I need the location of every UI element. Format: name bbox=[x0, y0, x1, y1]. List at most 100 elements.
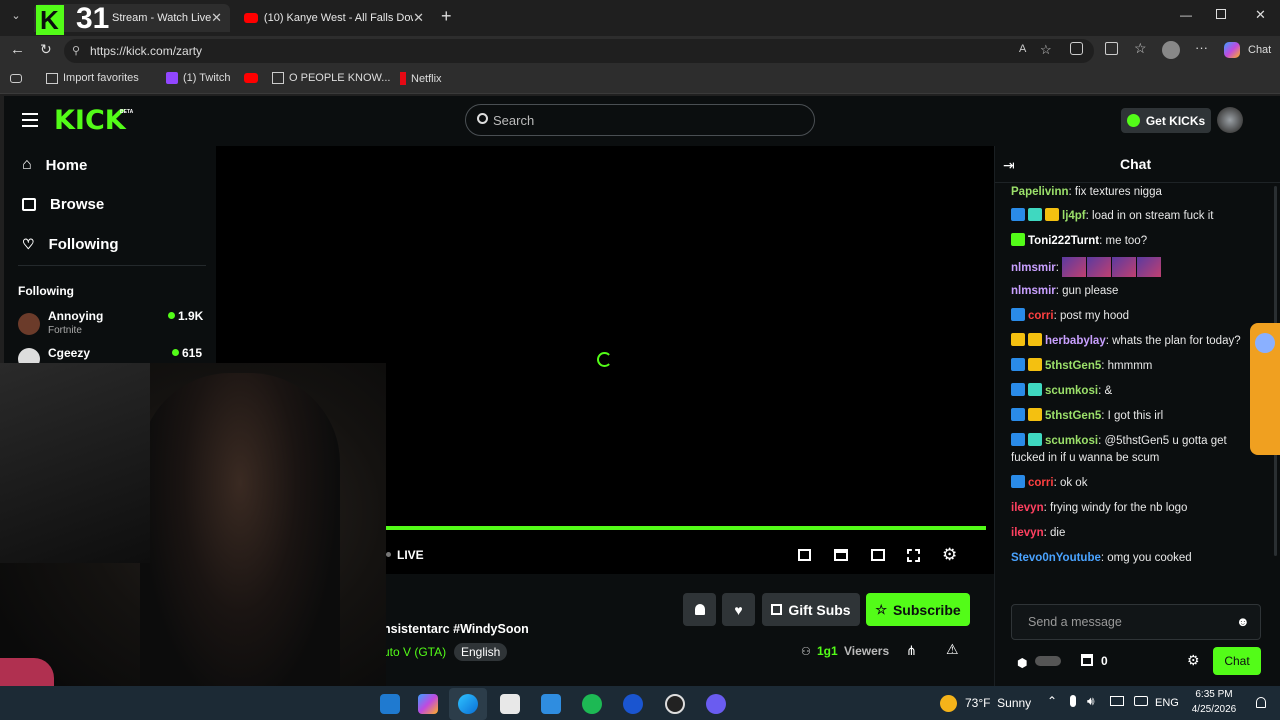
tray-chevron-icon[interactable]: ⌃ bbox=[1047, 694, 1057, 708]
back-icon[interactable]: ← bbox=[10, 41, 25, 58]
close-tab-icon[interactable]: ✕ bbox=[413, 10, 424, 26]
chat-username[interactable]: lj4pf bbox=[1062, 210, 1086, 222]
clock-date[interactable]: 4/25/2026 bbox=[1186, 704, 1242, 715]
copilot-taskbar-icon[interactable] bbox=[418, 694, 438, 714]
chat-username[interactable]: 5thstGen5 bbox=[1045, 360, 1101, 372]
address-bar[interactable]: ⚲ https://kick.com/zarty A ☆ bbox=[64, 39, 1094, 63]
volume-icon[interactable]: 🔊︎ bbox=[1087, 694, 1095, 709]
viewers-count: 1g1 bbox=[817, 644, 838, 658]
favorite-people-know[interactable]: O PEOPLE KNOW... bbox=[272, 72, 390, 84]
refresh-icon[interactable]: ↻ bbox=[40, 41, 52, 58]
extensions-icon[interactable] bbox=[1070, 42, 1083, 55]
photos-icon[interactable] bbox=[541, 694, 561, 714]
cast-icon[interactable] bbox=[1134, 696, 1148, 706]
send-chat-button[interactable]: Chat bbox=[1213, 647, 1261, 675]
favorites-icon[interactable]: ☆ bbox=[1134, 40, 1147, 57]
points-toggle[interactable] bbox=[1035, 656, 1061, 666]
twitch-icon bbox=[166, 72, 178, 84]
nav-home[interactable]: ⌂ Home bbox=[22, 156, 87, 174]
watchmode-extension-tab[interactable] bbox=[1250, 323, 1280, 455]
copilot-icon[interactable] bbox=[1224, 42, 1240, 58]
favorite-import[interactable]: Import favorites bbox=[46, 72, 139, 84]
chat-username[interactable]: Papelivinn bbox=[1011, 186, 1069, 198]
ea-icon[interactable] bbox=[623, 694, 643, 714]
miniplayer-icon[interactable] bbox=[798, 549, 811, 561]
chat-username[interactable]: ilevyn bbox=[1011, 527, 1044, 539]
progress-track[interactable] bbox=[384, 526, 986, 530]
favorite-twitch-label: (1) Twitch bbox=[183, 72, 231, 84]
chat-username[interactable]: nlmsmir bbox=[1011, 262, 1056, 274]
chat-username[interactable]: herbabylay bbox=[1045, 335, 1106, 347]
collections-icon[interactable] bbox=[10, 74, 22, 83]
search-box[interactable]: Search bbox=[465, 104, 815, 136]
new-tab-button[interactable]: + bbox=[441, 6, 452, 27]
microphone-icon[interactable] bbox=[1070, 695, 1076, 707]
report-warning-icon[interactable]: ⚠ bbox=[946, 641, 959, 658]
spotify-icon[interactable] bbox=[582, 694, 602, 714]
stream-category[interactable]: uto V (GTA) bbox=[383, 645, 446, 659]
browser-chat-label[interactable]: Chat bbox=[1248, 44, 1271, 56]
chat-username[interactable]: Toni222Turnt bbox=[1028, 235, 1099, 247]
get-kicks-button[interactable]: Get KICKs bbox=[1121, 108, 1211, 133]
emote-picker-icon[interactable]: ☻ bbox=[1236, 614, 1250, 629]
clock-time[interactable]: 6:35 PM bbox=[1190, 689, 1238, 700]
split-screen-icon[interactable] bbox=[1105, 42, 1118, 55]
profile-avatar[interactable] bbox=[1162, 41, 1180, 59]
fullscreen-icon[interactable] bbox=[907, 549, 920, 562]
collapse-chat-icon[interactable]: ⇥ bbox=[1003, 157, 1015, 174]
favorite-star-icon[interactable]: ☆ bbox=[1040, 42, 1052, 58]
kick-logo[interactable]: KICK bbox=[54, 106, 126, 136]
favorite-netflix[interactable]: Netflix bbox=[400, 72, 442, 85]
follow-heart-button[interactable]: ♥ bbox=[722, 593, 755, 626]
close-tab-icon[interactable]: ✕ bbox=[211, 10, 222, 26]
chat-username[interactable]: scumkosi bbox=[1045, 435, 1098, 447]
nav-home-label: Home bbox=[45, 156, 88, 174]
game-app-icon[interactable] bbox=[665, 694, 685, 714]
search-input[interactable]: Search bbox=[493, 113, 534, 128]
minimize-button[interactable]: — bbox=[1180, 8, 1192, 22]
read-aloud-icon[interactable]: A bbox=[1019, 43, 1026, 55]
share-icon[interactable]: ⋔ bbox=[906, 643, 917, 659]
subscribe-label: Subscribe bbox=[892, 601, 961, 618]
user-avatar[interactable] bbox=[1217, 107, 1243, 133]
chat-settings-icon[interactable]: ⚙ bbox=[1187, 652, 1200, 669]
favorite-youtube[interactable] bbox=[244, 72, 263, 83]
following-channel-annoying[interactable]: Annoying Fortnite 1.9K bbox=[18, 309, 208, 339]
favorite-twitch[interactable]: (1) Twitch bbox=[166, 72, 230, 84]
notification-bell-icon[interactable] bbox=[1256, 697, 1266, 708]
taskbar-app-icon[interactable] bbox=[380, 694, 400, 714]
language-indicator[interactable]: ENG bbox=[1155, 697, 1179, 709]
more-menu-icon[interactable]: ··· bbox=[1195, 40, 1208, 55]
hamburger-menu-icon[interactable] bbox=[22, 113, 38, 127]
avatar bbox=[18, 313, 40, 335]
following-channel-cgeezy[interactable]: Cgeezy 615 bbox=[18, 346, 208, 370]
settings-gear-icon[interactable]: ⚙ bbox=[942, 545, 957, 565]
chat-message: Papelivinn: fix textures nigga bbox=[1011, 184, 1261, 201]
nav-following[interactable]: ♡ Following bbox=[22, 236, 119, 253]
nav-browse[interactable]: Browse bbox=[22, 196, 104, 213]
subscribe-button[interactable]: ☆ Subscribe bbox=[866, 593, 970, 626]
chat-username[interactable]: ilevyn bbox=[1011, 502, 1044, 514]
gift-subs-button[interactable]: Gift Subs bbox=[762, 593, 860, 626]
chat-username[interactable]: Stevo0nYoutube bbox=[1011, 552, 1101, 564]
chat-username[interactable]: corri bbox=[1028, 310, 1054, 322]
chat-username[interactable]: 5thstGen5 bbox=[1045, 410, 1101, 422]
site-info-icon[interactable]: ⚲ bbox=[72, 44, 80, 57]
close-window-button[interactable]: ✕ bbox=[1255, 7, 1266, 23]
language-tag[interactable]: English bbox=[454, 643, 508, 661]
weather-text[interactable]: 73°F Sunny bbox=[965, 696, 1031, 710]
edge-icon[interactable] bbox=[458, 694, 478, 714]
tab-actions-button[interactable]: ⌄ bbox=[6, 9, 26, 27]
chat-username[interactable]: corri bbox=[1028, 477, 1054, 489]
maximize-button[interactable] bbox=[1216, 9, 1226, 19]
chat-input[interactable]: Send a message ☻ bbox=[1011, 604, 1261, 640]
wide-mode-icon[interactable] bbox=[871, 549, 885, 561]
network-icon[interactable] bbox=[1110, 696, 1124, 706]
notification-bell-button[interactable] bbox=[683, 593, 716, 626]
store-icon[interactable] bbox=[500, 694, 520, 714]
tab-youtube[interactable]: (10) Kanye West - All Falls Down ft ✕ bbox=[236, 4, 432, 32]
chat-username[interactable]: scumkosi bbox=[1045, 385, 1098, 397]
chat-username[interactable]: nlmsmir bbox=[1011, 285, 1056, 297]
discord-icon[interactable] bbox=[706, 694, 726, 714]
theater-mode-icon[interactable] bbox=[834, 549, 848, 561]
